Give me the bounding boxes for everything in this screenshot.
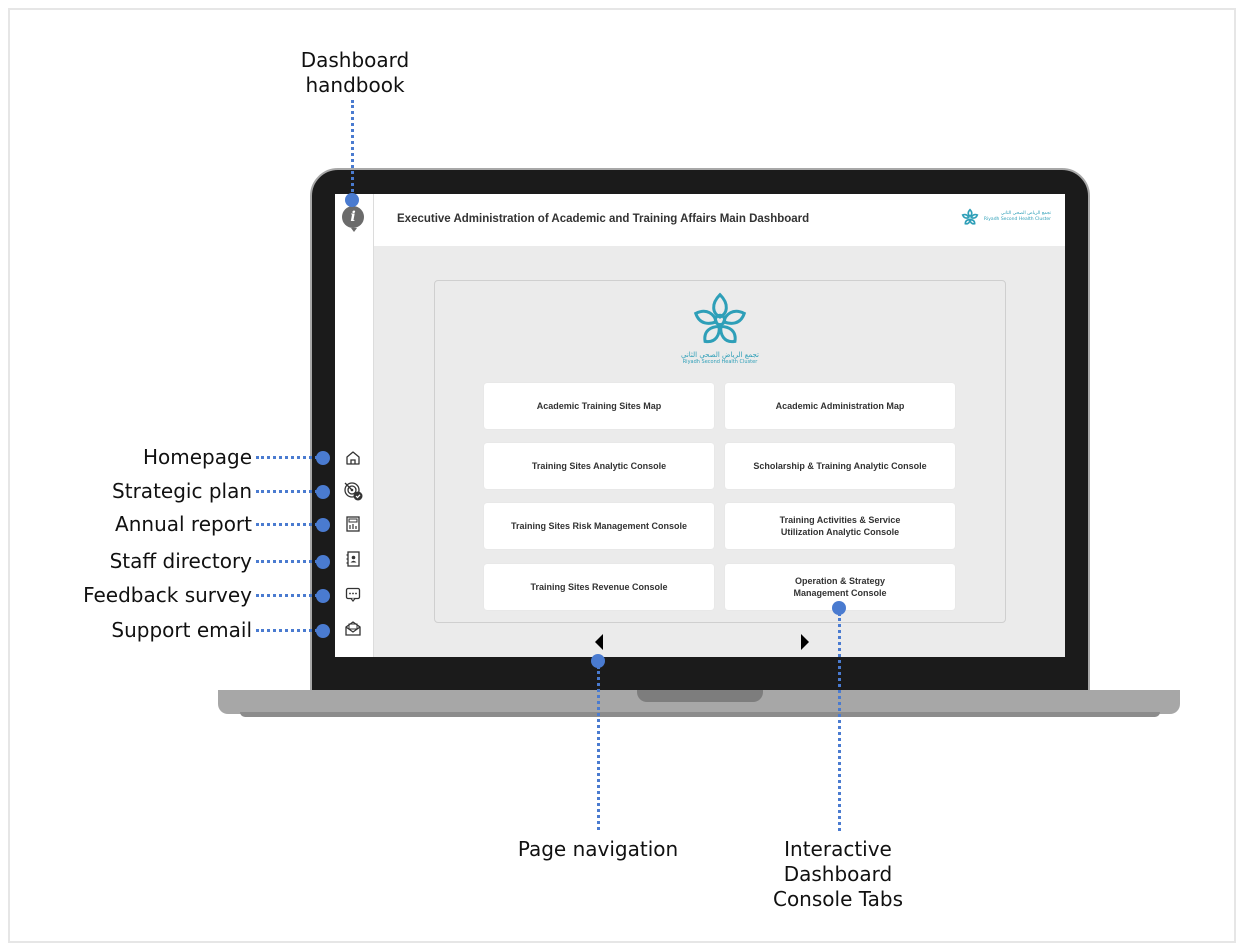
chat-icon[interactable] xyxy=(341,582,365,606)
marker-strategic-plan xyxy=(316,485,330,499)
annotation-staff-directory: Staff directory xyxy=(109,549,252,573)
calculator-icon[interactable] xyxy=(341,512,365,536)
cluster-logo-icon xyxy=(961,208,979,225)
info-icon[interactable]: i xyxy=(342,206,364,228)
console-tab-academic-administration-map[interactable]: Academic Administration Map xyxy=(725,383,955,429)
leader-line-support-email xyxy=(256,629,318,632)
sidebar: i xyxy=(335,194,374,657)
logo-arabic-text: تجمع الرياض الصحي الثاني xyxy=(680,351,759,359)
logo-english-text: Riyadh Second Health Cluster xyxy=(682,359,758,365)
contacts-icon[interactable] xyxy=(341,547,365,571)
laptop-notch xyxy=(637,690,763,702)
console-tab-training-sites-analytic[interactable]: Training Sites Analytic Console xyxy=(484,443,714,489)
leader-line-handbook xyxy=(351,100,354,198)
leader-line-homepage xyxy=(256,456,318,459)
page-title: Executive Administration of Academic and… xyxy=(397,213,810,225)
mail-icon[interactable] xyxy=(341,616,365,640)
console-tab-training-sites-revenue[interactable]: Training Sites Revenue Console xyxy=(484,564,714,610)
marker-handbook xyxy=(345,193,359,207)
laptop-base-edge xyxy=(240,712,1160,717)
cluster-logo-icon xyxy=(693,292,747,344)
marker-staff-directory xyxy=(316,555,330,569)
annotation-strategic-plan: Strategic plan xyxy=(112,479,252,503)
target-icon[interactable] xyxy=(341,479,365,503)
console-tab-training-activities[interactable]: Training Activities & Service Utilizatio… xyxy=(725,503,955,549)
annotation-page-navigation: Page navigation xyxy=(517,837,679,861)
leader-line-staff-directory xyxy=(256,560,318,563)
console-panel: تجمع الرياض الصحي الثاني Riyadh Second H… xyxy=(434,280,1006,623)
leader-line-annual-report xyxy=(256,523,318,526)
marker-annual-report xyxy=(316,518,330,532)
dashboard-screen: i Executive Administration of Academic a… xyxy=(335,194,1065,657)
console-tab-academic-training-sites-map[interactable]: Academic Training Sites Map xyxy=(484,383,714,429)
brand-small-en: Riyadh Second Health Cluster xyxy=(983,217,1051,222)
info-pointer xyxy=(351,228,357,232)
console-tab-training-sites-risk[interactable]: Training Sites Risk Management Console xyxy=(484,503,714,549)
console-tab-scholarship-training-analytic[interactable]: Scholarship & Training Analytic Console xyxy=(725,443,955,489)
annotation-homepage: Homepage xyxy=(142,445,252,469)
annotation-annual-report: Annual report xyxy=(115,512,252,536)
home-icon[interactable] xyxy=(341,446,365,470)
marker-support-email xyxy=(316,624,330,638)
annotation-support-email: Support email xyxy=(111,618,252,642)
header-bar: Executive Administration of Academic and… xyxy=(374,194,1065,246)
annotation-feedback-survey: Feedback survey xyxy=(83,583,252,607)
leader-line-strategic-plan xyxy=(256,490,318,493)
marker-homepage xyxy=(316,451,330,465)
leader-line-page-navigation xyxy=(597,666,600,830)
next-page-arrow-icon[interactable] xyxy=(801,634,809,650)
brand-logo-small: تجمع الرياض الصحي الثاني Riyadh Second H… xyxy=(960,207,1051,227)
cluster-logo: تجمع الرياض الصحي الثاني Riyadh Second H… xyxy=(435,291,1005,365)
leader-line-console-tabs xyxy=(838,613,841,831)
marker-feedback-survey xyxy=(316,589,330,603)
leader-line-feedback-survey xyxy=(256,594,318,597)
annotation-handbook: Dashboard handbook xyxy=(300,48,410,97)
prev-page-arrow-icon[interactable] xyxy=(595,634,603,650)
annotation-console-tabs: Interactive Dashboard Console Tabs xyxy=(772,837,904,911)
